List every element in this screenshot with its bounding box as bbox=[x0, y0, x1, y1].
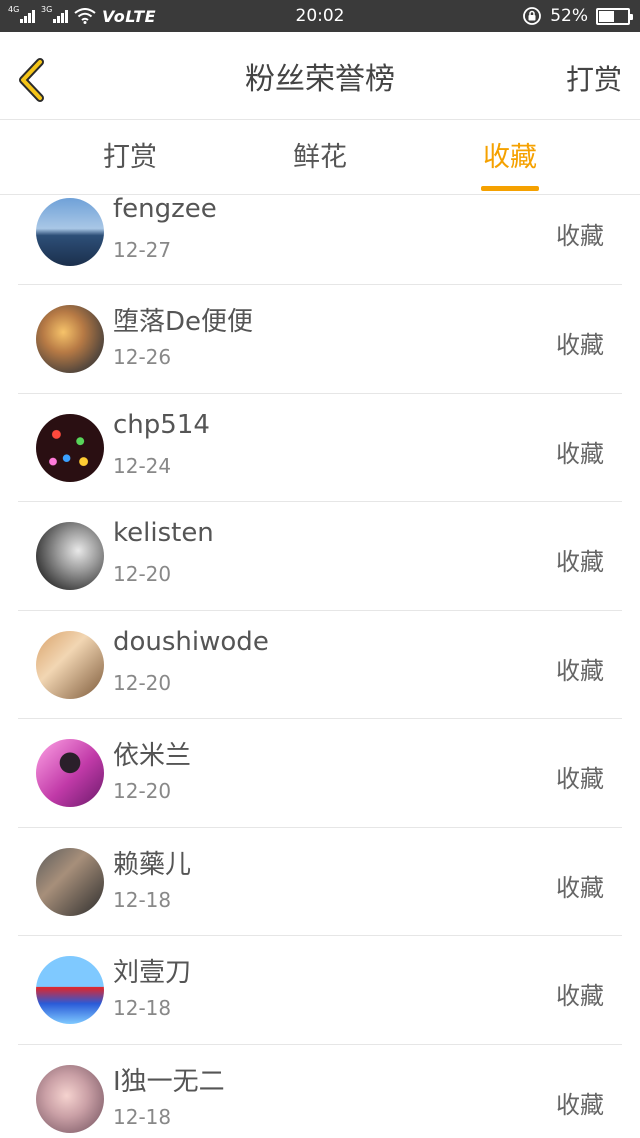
user-name: 依米兰 bbox=[113, 741, 192, 771]
avatar bbox=[36, 630, 104, 699]
item-type: 收藏 bbox=[556, 873, 604, 902]
page-title: 粉丝荣誉榜 bbox=[245, 62, 395, 97]
avatar bbox=[36, 1064, 104, 1133]
user-name: I独一无二 bbox=[113, 1066, 225, 1097]
battery-percent: 52% bbox=[550, 6, 588, 26]
item-date: 12-24 bbox=[113, 453, 172, 478]
list-item[interactable]: I独一无二 12-18 收藏 bbox=[18, 1045, 622, 1138]
user-name: kelisten bbox=[113, 518, 214, 548]
item-date: 12-20 bbox=[113, 670, 172, 695]
tab-label: 鲜花 bbox=[293, 142, 347, 173]
list-item[interactable]: fengzee 12-27 收藏 bbox=[18, 194, 622, 285]
item-type: 收藏 bbox=[556, 548, 604, 576]
tab-label: 打赏 bbox=[103, 142, 157, 173]
status-bar: 4G 3G VoLTE 20:02 52% bbox=[0, 0, 640, 32]
item-date: 12-20 bbox=[113, 779, 172, 803]
avatar bbox=[36, 522, 104, 590]
item-date: 12-18 bbox=[113, 996, 172, 1020]
avatar bbox=[36, 847, 104, 916]
tab-label: 收藏 bbox=[483, 142, 537, 173]
tab-favorites[interactable]: 收藏 bbox=[450, 121, 570, 195]
tab-reward[interactable]: 打赏 bbox=[70, 121, 190, 195]
item-type: 收藏 bbox=[556, 765, 604, 793]
item-type: 收藏 bbox=[556, 222, 604, 250]
list-item[interactable]: 堕落De便便 12-26 收藏 bbox=[18, 285, 622, 394]
user-name: 堕落De便便 bbox=[113, 307, 254, 337]
item-type: 收藏 bbox=[556, 1090, 604, 1119]
item-date: 12-18 bbox=[113, 887, 172, 912]
fan-list: fengzee 12-27 收藏 堕落De便便 12-26 收藏 chp514 … bbox=[0, 194, 640, 1138]
item-type: 收藏 bbox=[556, 656, 604, 685]
item-type: 收藏 bbox=[556, 331, 604, 359]
list-item[interactable]: 刘壹刀 12-18 收藏 bbox=[18, 936, 622, 1045]
list-item[interactable]: kelisten 12-20 收藏 bbox=[18, 502, 622, 611]
active-tab-indicator bbox=[481, 186, 539, 191]
avatar bbox=[36, 739, 104, 807]
header: 粉丝荣誉榜 打赏 bbox=[0, 32, 640, 120]
list-item[interactable]: 依米兰 12-20 收藏 bbox=[18, 719, 622, 828]
item-date: 12-27 bbox=[113, 238, 172, 262]
user-name: chp514 bbox=[113, 409, 210, 440]
avatar bbox=[36, 198, 104, 266]
tab-flowers[interactable]: 鲜花 bbox=[260, 121, 380, 195]
user-name: fengzee bbox=[113, 194, 217, 224]
tab-bar: 打赏 鲜花 收藏 bbox=[0, 121, 640, 195]
battery-icon bbox=[596, 7, 633, 25]
avatar bbox=[36, 413, 104, 482]
list-item[interactable]: chp514 12-24 收藏 bbox=[18, 394, 622, 502]
reward-button[interactable]: 打赏 bbox=[566, 32, 622, 120]
user-name: doushiwode bbox=[113, 626, 269, 657]
user-name: 赖藥儿 bbox=[113, 849, 192, 880]
list-item[interactable]: doushiwode 12-20 收藏 bbox=[18, 611, 622, 719]
item-date: 12-18 bbox=[113, 1104, 172, 1129]
item-type: 收藏 bbox=[556, 982, 604, 1010]
user-name: 刘壹刀 bbox=[113, 958, 192, 988]
avatar bbox=[36, 305, 104, 373]
item-date: 12-26 bbox=[113, 345, 172, 369]
item-type: 收藏 bbox=[556, 439, 604, 468]
list-item[interactable]: 赖藥儿 12-18 收藏 bbox=[18, 828, 622, 936]
rotation-lock-icon bbox=[523, 7, 542, 25]
item-date: 12-20 bbox=[113, 562, 172, 586]
avatar bbox=[36, 956, 104, 1024]
battery-fill bbox=[599, 10, 614, 22]
status-right: 52% bbox=[522, 0, 633, 32]
